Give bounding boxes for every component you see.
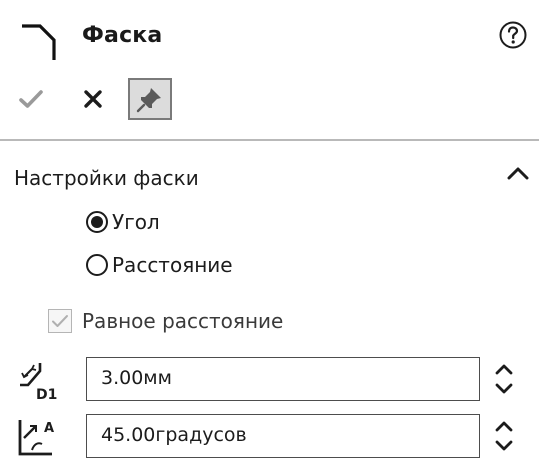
spinner-up-icon [495,421,513,432]
spinner-up-icon [495,364,513,375]
spinner-down-icon [495,383,513,394]
chamfer-icon [22,24,56,60]
section-divider [0,139,539,141]
distance-spinner[interactable] [492,357,516,401]
distance-input[interactable]: 3.00мм [86,357,480,401]
checkmark-icon [52,315,68,327]
equal-distance-checkbox-row: Равное расстояние [48,306,283,336]
radio-angle[interactable]: Угол [86,207,160,237]
ok-button[interactable] [16,84,46,114]
action-bar [0,78,539,128]
checkmark-icon [19,90,43,108]
radio-distance[interactable]: Расстояние [86,250,233,280]
panel-header: Фаска [0,0,539,70]
svg-text:D1: D1 [36,387,57,403]
close-icon [84,90,102,108]
pin-button[interactable] [128,78,172,120]
pushpin-icon [136,88,161,113]
help-icon[interactable] [498,20,528,50]
chamfer-property-manager: Фаска Настройки фаски Угол Расстояние Ра… [0,0,539,462]
angle-input[interactable]: 45.00градусов [86,414,480,458]
radio-dot [91,216,103,228]
equal-distance-checkbox [48,309,72,333]
radio-button[interactable] [86,254,108,276]
radio-button-selected[interactable] [86,211,108,233]
svg-text:A: A [44,421,54,436]
angle-spinner[interactable] [492,414,516,458]
equal-distance-label: Равное расстояние [82,309,284,333]
panel-title: Фаска [82,23,163,48]
angle-a-icon: A [18,420,54,456]
cancel-button[interactable] [78,84,108,114]
spinner-down-icon [495,440,513,451]
radio-distance-label: Расстояние [112,253,233,277]
section-title: Настройки фаски [14,166,199,190]
distance-d1-icon: D1 [20,363,57,403]
radio-angle-label: Угол [112,210,160,234]
chevron-up-icon[interactable] [505,163,531,183]
